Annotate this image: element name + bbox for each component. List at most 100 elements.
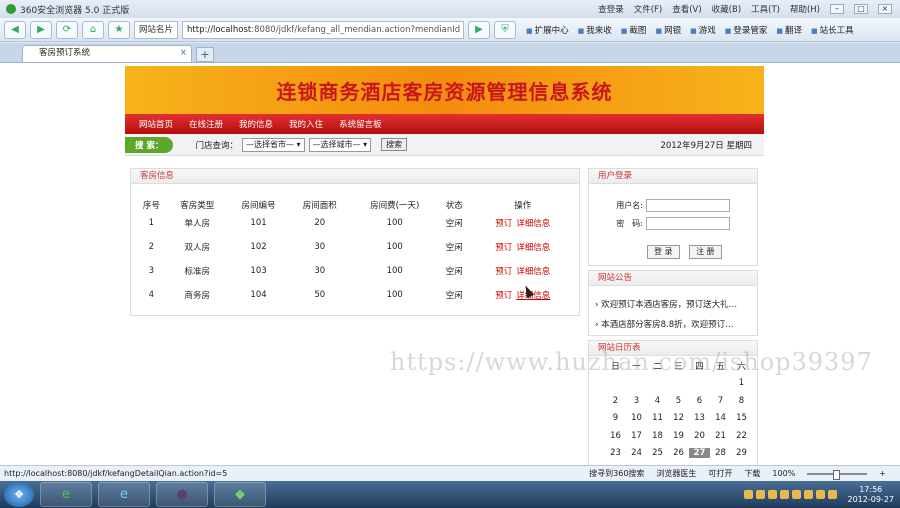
security-button[interactable]: ⛨ — [494, 20, 517, 39]
book-link[interactable]: 预订 — [495, 219, 512, 229]
calendar-day[interactable]: 15 — [731, 413, 752, 423]
new-tab-button[interactable]: + — [196, 47, 214, 62]
detail-link[interactable]: 详细信息 — [516, 219, 550, 229]
tray-icon[interactable] — [815, 490, 825, 499]
tray-icon[interactable] — [779, 490, 789, 499]
go-button[interactable]: ▶ — [468, 20, 491, 39]
tab-hotel-booking[interactable]: 客房预订系统 × — [22, 45, 192, 62]
notice-item[interactable]: › 本酒店部分客房8.8折，欢迎预订… — [595, 318, 734, 330]
calendar-day[interactable]: 9 — [605, 413, 626, 423]
zoom-level[interactable]: 100% — [772, 469, 795, 478]
back-button[interactable]: ◀ — [4, 20, 26, 39]
home-button[interactable]: ⌂ — [82, 20, 104, 39]
calendar-day[interactable]: 10 — [626, 413, 647, 423]
tray-icon[interactable] — [767, 490, 777, 499]
nav-my-info[interactable]: 我的信息 — [231, 118, 281, 130]
taskbar-ie[interactable]: e — [98, 482, 150, 507]
menu-view[interactable]: 查看(V) — [672, 3, 701, 15]
province-select[interactable]: —选择省市— ▾ — [241, 137, 305, 152]
book-link[interactable]: 预订 — [495, 291, 512, 301]
calendar-day[interactable]: 22 — [731, 431, 752, 441]
calendar-day[interactable]: 3 — [626, 396, 647, 406]
calendar-day[interactable]: 12 — [668, 413, 689, 423]
toolbar-link-extensions[interactable]: 扩展中心 — [526, 24, 569, 36]
calendar-day[interactable]: 14 — [710, 413, 731, 423]
calendar-day[interactable]: 6 — [689, 396, 710, 406]
calendar-day[interactable]: 29 — [731, 448, 752, 458]
calendar-day[interactable]: 18 — [647, 431, 668, 441]
status-download[interactable]: 下载 — [744, 468, 760, 479]
maximize-button[interactable]: □ — [854, 4, 868, 14]
calendar-day[interactable]: 17 — [626, 431, 647, 441]
calendar-day[interactable]: 1 — [731, 378, 752, 388]
status-search[interactable]: 搜寻到360搜索 — [589, 468, 644, 479]
toolbar-link-translate[interactable]: 翻译 — [776, 24, 802, 36]
nav-my-stay[interactable]: 我的入住 — [281, 118, 331, 130]
refresh-button[interactable]: ⟳ — [56, 20, 78, 39]
calendar-day[interactable]: 19 — [668, 431, 689, 441]
book-link[interactable]: 预订 — [495, 267, 512, 277]
menu-file[interactable]: 文件(F) — [634, 3, 663, 15]
calendar-day[interactable]: 7 — [710, 396, 731, 406]
taskbar-clock[interactable]: 17:56 2012-09-27 — [848, 485, 895, 505]
close-tab-icon[interactable]: × — [180, 46, 187, 61]
calendar-day[interactable]: 8 — [731, 396, 752, 406]
tray-icon[interactable] — [791, 490, 801, 499]
favorite-button[interactable]: ★ — [108, 20, 130, 39]
password-input[interactable] — [646, 217, 730, 230]
nav-home[interactable]: 网站首页 — [131, 118, 181, 130]
calendar-day[interactable]: 5 — [668, 396, 689, 406]
login-button[interactable]: 登 录 — [647, 245, 680, 259]
taskbar-app[interactable]: ◆ — [214, 482, 266, 507]
taskbar-eclipse[interactable]: ● — [156, 482, 208, 507]
forward-button[interactable]: ▶ — [30, 20, 52, 39]
start-button[interactable]: ❖ — [4, 482, 34, 507]
toolbar-link-bank[interactable]: 网银 — [655, 24, 681, 36]
toolbar-link-webmaster[interactable]: 站长工具 — [811, 24, 854, 36]
search-button[interactable]: 搜索 — [381, 138, 408, 151]
address-bar[interactable]: http://localhost:8080/jdkf/kefang_all_me… — [182, 20, 465, 39]
book-link[interactable]: 预订 — [495, 243, 512, 253]
close-window-button[interactable]: × — [878, 4, 892, 14]
site-card-button[interactable]: 网站名片 — [134, 20, 179, 39]
zoom-slider[interactable] — [807, 469, 868, 480]
tray-icon[interactable] — [803, 490, 813, 499]
tray-icon[interactable] — [755, 490, 765, 499]
calendar-day[interactable]: 28 — [710, 448, 731, 458]
calendar-day[interactable]: 24 — [626, 448, 647, 458]
calendar-day[interactable]: 2 — [605, 396, 626, 406]
calendar-day[interactable]: 11 — [647, 413, 668, 423]
city-select[interactable]: —选择城市— ▾ — [308, 137, 372, 152]
status-open[interactable]: 可打开 — [708, 468, 732, 479]
taskbar-browser-360[interactable]: e — [40, 482, 92, 507]
menu-help[interactable]: 帮助(H) — [790, 3, 820, 15]
calendar-day[interactable]: 20 — [689, 431, 710, 441]
calendar-day[interactable]: 27 — [689, 448, 710, 459]
nav-register[interactable]: 在线注册 — [181, 118, 231, 130]
calendar-day[interactable]: 26 — [668, 448, 689, 458]
nav-message-board[interactable]: 系统留言板 — [331, 118, 390, 130]
username-input[interactable] — [646, 199, 730, 212]
toolbar-link-screenshot[interactable]: 截图 — [621, 24, 646, 36]
calendar-day[interactable]: 23 — [605, 448, 626, 458]
tray-icon[interactable] — [827, 490, 837, 499]
minimize-button[interactable]: – — [830, 4, 844, 14]
calendar-day[interactable]: 25 — [647, 448, 668, 458]
menu-login[interactable]: 查登录 — [598, 3, 624, 15]
detail-link[interactable]: 详细信息 — [516, 243, 550, 253]
menu-favorites[interactable]: 收藏(B) — [712, 3, 741, 15]
tray-icon[interactable] — [743, 490, 753, 499]
zoom-in-icon[interactable]: + — [879, 469, 886, 478]
toolbar-link-games[interactable]: 游戏 — [690, 24, 716, 36]
register-button[interactable]: 注 册 — [689, 245, 722, 259]
notice-item[interactable]: › 欢迎预订本酒店客房，预订送大礼… — [595, 298, 737, 310]
menu-tools[interactable]: 工具(T) — [751, 3, 780, 15]
calendar-day[interactable]: 4 — [647, 396, 668, 406]
calendar-day[interactable]: 13 — [689, 413, 710, 423]
toolbar-link-login-manager[interactable]: 登录管家 — [725, 24, 767, 36]
calendar-day[interactable]: 21 — [710, 431, 731, 441]
toolbar-link-collect[interactable]: 我来收 — [578, 24, 612, 36]
status-doctor[interactable]: 浏览器医生 — [656, 468, 696, 479]
calendar-day[interactable]: 16 — [605, 431, 626, 441]
detail-link[interactable]: 详细信息 — [516, 267, 550, 277]
